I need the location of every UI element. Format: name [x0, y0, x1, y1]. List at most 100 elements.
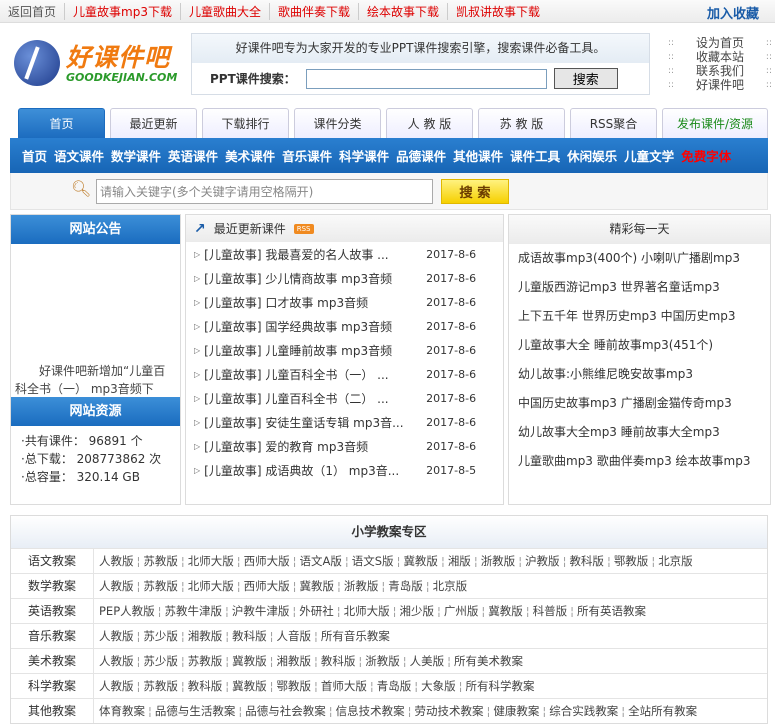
item-title[interactable]: [儿童故事] 成语典故（1） mp3音... — [204, 462, 426, 479]
edition-link[interactable]: 苏教牛津版 — [165, 604, 223, 618]
edition-link[interactable]: 北师大版 — [344, 604, 390, 618]
nav-item[interactable]: 首页 — [22, 146, 47, 165]
site-logo[interactable]: 好课件吧 GOODKEJIAN.COM — [14, 38, 184, 90]
edition-link[interactable]: 冀教版 — [300, 579, 335, 593]
daily-link[interactable]: 儿童版西游记mp3 世界著名童话mp3 — [509, 273, 770, 302]
notice-text[interactable]: 好课件吧新增加“儿童百科全书（一） mp3音频下载”、“儿童百科全书（二） — [11, 244, 180, 397]
daily-link[interactable]: 幼儿故事:小熊维尼晚安故事mp3 — [509, 360, 770, 389]
nav-item[interactable]: 科学课件 — [339, 146, 389, 165]
edition-link[interactable]: 全站所有教案 — [628, 704, 697, 718]
edition-link[interactable]: 劳动技术教案 — [415, 704, 484, 718]
row-label[interactable]: 科学教案 — [11, 674, 94, 698]
tab-pep[interactable]: 人 教 版 — [386, 108, 473, 138]
edition-link[interactable]: 科普版 — [533, 604, 568, 618]
edition-link[interactable]: 人教版 — [99, 654, 134, 668]
edition-link[interactable]: 苏教版 — [143, 579, 178, 593]
daily-link[interactable]: 成语故事mp3(400个) 小喇叭广播剧mp3 — [509, 244, 770, 273]
nav-item[interactable]: 品德课件 — [396, 146, 446, 165]
nav-item[interactable]: 休闲娱乐 — [567, 146, 617, 165]
edition-link[interactable]: 体育教案 — [99, 704, 145, 718]
top-link[interactable]: 儿童故事mp3下载 — [64, 2, 180, 20]
edition-link[interactable]: 苏教版 — [143, 679, 178, 693]
edition-link[interactable]: 冀教版 — [403, 554, 438, 568]
item-title[interactable]: [儿童故事] 儿童睡前故事 mp3音频 — [204, 342, 426, 359]
edition-link[interactable]: 北师大版 — [188, 579, 234, 593]
edition-link[interactable]: 苏少版 — [143, 654, 178, 668]
edition-link[interactable]: 浙教版 — [481, 554, 516, 568]
edition-link[interactable]: 教科版 — [321, 654, 356, 668]
site-link[interactable]: 好课件吧 — [696, 78, 744, 92]
edition-link[interactable]: 首师大版 — [321, 679, 367, 693]
edition-link[interactable]: 北师大版 — [188, 554, 234, 568]
keyword-search-button[interactable]: 搜 索 — [441, 179, 509, 204]
item-title[interactable]: [儿童故事] 儿童百科全书（一） ... — [204, 366, 426, 383]
nav-item[interactable]: 英语课件 — [168, 146, 218, 165]
top-link[interactable]: 歌曲伴奏下载 — [268, 2, 358, 20]
nav-item[interactable]: 儿童文学 — [624, 146, 674, 165]
tab-sujiao[interactable]: 苏 教 版 — [478, 108, 565, 138]
contact-link[interactable]: 联系我们 — [696, 64, 744, 78]
tab-ranking[interactable]: 下载排行 — [202, 108, 289, 138]
edition-link[interactable]: 浙教版 — [365, 654, 400, 668]
nav-item[interactable]: 其他课件 — [453, 146, 503, 165]
keyword-search-input[interactable] — [96, 179, 433, 204]
daily-link[interactable]: 儿童故事大全 睡前故事mp3(451个) — [509, 331, 770, 360]
edition-link[interactable]: 北京版 — [658, 554, 693, 568]
edition-link[interactable]: 沪教牛津版 — [232, 604, 290, 618]
top-link[interactable]: 绘本故事下载 — [358, 2, 447, 20]
nav-item[interactable]: 音乐课件 — [282, 146, 332, 165]
daily-link[interactable]: 中国历史故事mp3 广播剧金猫传奇mp3 — [509, 389, 770, 418]
edition-link[interactable]: 北京版 — [433, 579, 468, 593]
edition-link[interactable]: 人音版 — [277, 629, 312, 643]
edition-link[interactable]: 湘教版 — [188, 629, 223, 643]
edition-link[interactable]: 西师大版 — [244, 554, 290, 568]
row-label[interactable]: 数学教案 — [11, 574, 94, 598]
list-item[interactable]: ▷ [儿童故事] 儿童百科全书（一） ... 2017-8-6 — [186, 362, 503, 386]
edition-link[interactable]: 冀教版 — [232, 654, 267, 668]
list-item[interactable]: ▷ [儿童故事] 国学经典故事 mp3音频 2017-8-6 — [186, 314, 503, 338]
daily-link[interactable]: 上下五千年 世界历史mp3 中国历史mp3 — [509, 302, 770, 331]
tab-publish[interactable]: 发布课件/资源 — [662, 108, 768, 138]
tab-categories[interactable]: 课件分类 — [294, 108, 381, 138]
add-favorite-link[interactable]: 加入收藏 — [707, 3, 759, 22]
edition-link[interactable]: 冀教版 — [488, 604, 523, 618]
edition-link[interactable]: 品德与生活教案 — [155, 704, 236, 718]
edition-link[interactable]: 外研社 — [299, 604, 334, 618]
item-title[interactable]: [儿童故事] 安徒生童话专辑 mp3音... — [204, 414, 426, 431]
nav-item[interactable]: 数学课件 — [111, 146, 161, 165]
tab-home[interactable]: 首页 — [18, 108, 105, 138]
list-item[interactable]: ▷ [儿童故事] 少儿情商故事 mp3音频 2017-8-6 — [186, 266, 503, 290]
edition-link[interactable]: 教科版 — [569, 554, 604, 568]
item-title[interactable]: [儿童故事] 爱的教育 mp3音频 — [204, 438, 426, 455]
ppt-search-input[interactable] — [305, 68, 547, 89]
tab-rss[interactable]: RSS聚合 — [570, 108, 657, 138]
edition-link[interactable]: 语文A版 — [300, 554, 342, 568]
edition-link[interactable]: 所有科学教案 — [466, 679, 535, 693]
row-label[interactable]: 其他教案 — [11, 699, 94, 723]
edition-link[interactable]: 信息技术教案 — [336, 704, 405, 718]
edition-link[interactable]: 教科版 — [188, 679, 223, 693]
edition-link[interactable]: 人教版 — [99, 579, 134, 593]
edition-link[interactable]: 所有音乐教案 — [321, 629, 390, 643]
list-item[interactable]: ▷ [儿童故事] 成语典故（1） mp3音... 2017-8-5 — [186, 458, 503, 482]
edition-link[interactable]: 健康教案 — [493, 704, 539, 718]
daily-link[interactable]: 儿童歌曲mp3 歌曲伴奏mp3 绘本故事mp3 — [509, 447, 770, 476]
edition-link[interactable]: 苏教版 — [188, 654, 223, 668]
list-item[interactable]: ▷ [儿童故事] 爱的教育 mp3音频 2017-8-6 — [186, 434, 503, 458]
nav-item[interactable]: 语文课件 — [54, 146, 104, 165]
edition-link[interactable]: 苏少版 — [143, 629, 178, 643]
row-label[interactable]: 英语教案 — [11, 599, 94, 623]
edition-link[interactable]: 青岛版 — [388, 579, 423, 593]
edition-link[interactable]: 品德与社会教案 — [245, 704, 326, 718]
list-item[interactable]: ▷ [儿童故事] 儿童睡前故事 mp3音频 2017-8-6 — [186, 338, 503, 362]
edition-link[interactable]: 所有美术教案 — [454, 654, 523, 668]
item-title[interactable]: [儿童故事] 我最喜爱的名人故事 ... — [204, 246, 426, 263]
row-label[interactable]: 语文教案 — [11, 549, 94, 573]
edition-link[interactable]: 西师大版 — [244, 579, 290, 593]
edition-link[interactable]: 人美版 — [410, 654, 445, 668]
edition-link[interactable]: 所有英语教案 — [577, 604, 646, 618]
row-label[interactable]: 音乐教案 — [11, 624, 94, 648]
edition-link[interactable]: 鄂教版 — [277, 679, 312, 693]
edition-link[interactable]: 大象版 — [421, 679, 456, 693]
edition-link[interactable]: 综合实践教案 — [549, 704, 618, 718]
